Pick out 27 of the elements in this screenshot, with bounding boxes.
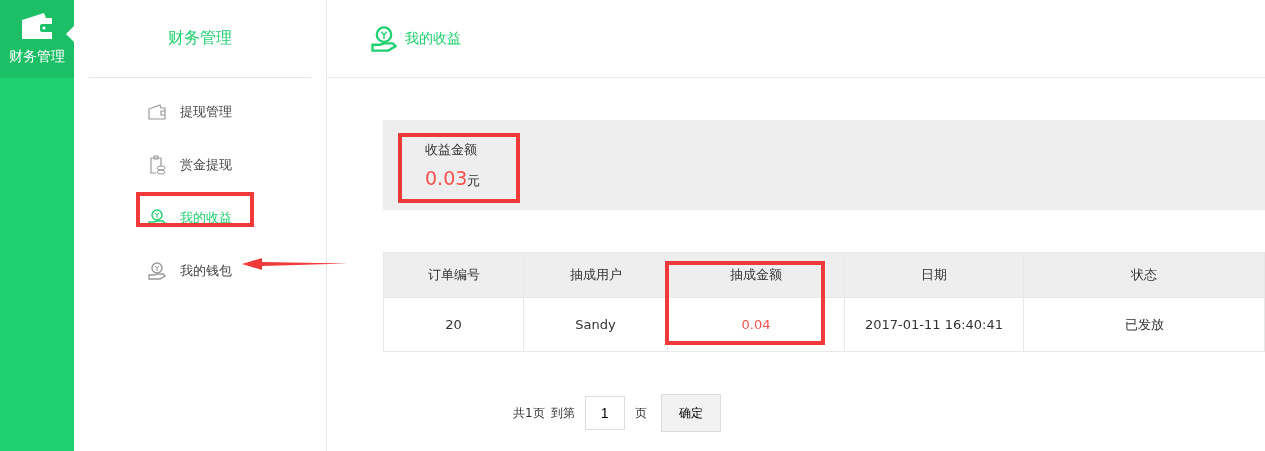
goto-label: 到第 — [550, 404, 575, 422]
confirm-button[interactable]: 确定 — [660, 394, 721, 432]
page-input[interactable]: 1 — [584, 396, 625, 430]
coin-hand-icon — [148, 262, 166, 280]
amount-unit: 元 — [467, 172, 481, 188]
column-header: 抽成用户 — [523, 252, 668, 298]
clipboard-coins-icon — [148, 155, 166, 175]
amount-value: 0.03 — [425, 166, 468, 189]
sidebar-title: 财务管理 — [89, 0, 311, 78]
table-cell: 0.04 — [667, 297, 845, 352]
pointer-notch — [66, 26, 74, 42]
table-cell: 2017-01-11 16:40:41 — [844, 297, 1024, 352]
wallet-icon — [148, 104, 166, 120]
page-unit: 页 — [634, 404, 647, 422]
page-total: 共1页 — [513, 404, 545, 422]
sidebar-item[interactable]: 我的钱包 — [148, 259, 232, 283]
column-header: 状态 — [1023, 252, 1265, 298]
column-header: 订单编号 — [383, 252, 524, 298]
table-cell: 已发放 — [1023, 297, 1265, 352]
sidebar-item[interactable]: 提现管理 — [148, 100, 232, 124]
sidebar-item[interactable]: 赏金提现 — [148, 153, 232, 177]
wallet-icon — [20, 12, 54, 40]
column-header: 日期 — [844, 252, 1024, 298]
summary-label: 收益金额 — [425, 140, 478, 159]
page-title: 我的收益 — [405, 29, 461, 48]
coin-hand-icon — [371, 25, 397, 52]
table-cell: 20 — [383, 297, 524, 352]
